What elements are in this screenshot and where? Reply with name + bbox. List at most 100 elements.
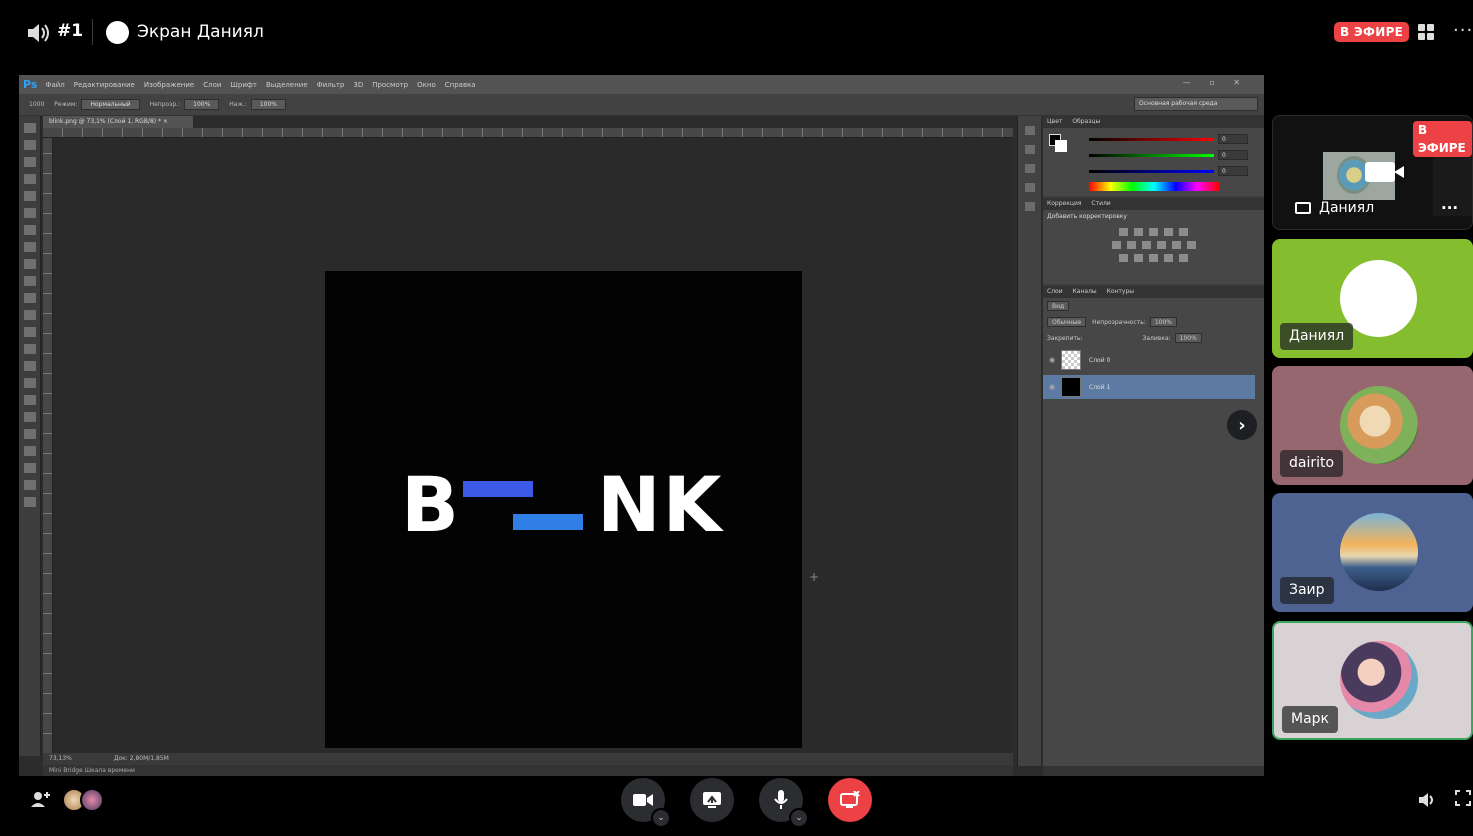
ps-menu-item: Изображение <box>143 80 195 89</box>
streamer-avatar <box>106 21 129 44</box>
blink-logo-image: B NK <box>325 271 802 748</box>
live-badge: В ЭФИРЕ <box>1413 121 1472 157</box>
tab-styles: Стили <box>1091 200 1111 207</box>
end-stream-button[interactable] <box>828 778 872 822</box>
ps-menu-item: Выделение <box>265 80 308 89</box>
microphone-icon <box>774 790 788 809</box>
fullscreen-icon[interactable] <box>1455 790 1471 810</box>
eye-icon: ◉ <box>1048 383 1056 391</box>
ps-menu-item: Редактирование <box>73 80 135 89</box>
layer-name: Слой 0 <box>1089 356 1111 364</box>
doc-size: Док: 2,80M/1,85M <box>113 755 169 762</box>
layer-row: ◉ Слой 0 <box>1043 348 1255 372</box>
shared-screen[interactable]: Ps Файл Редактирование Изображение Слои … <box>19 75 1264 776</box>
ps-menu-item: Шрифт <box>230 80 257 89</box>
layer-thumbnail <box>1061 350 1081 370</box>
flow-value: 100% <box>250 99 286 110</box>
layer-row: ◉ Слой 1 <box>1043 375 1255 399</box>
fill-label: Заливка: <box>1142 334 1171 342</box>
ps-menu-item: Окно <box>417 80 436 89</box>
blend-mode: Обычные <box>1047 317 1087 327</box>
ps-ruler-vertical <box>43 138 53 753</box>
opacity-label: Непрозр.: <box>149 101 181 108</box>
stream-header: #1 Экран Даниял В ЭФИРЕ ··· <box>0 0 1473 66</box>
live-badge: В ЭФИРЕ <box>1334 22 1410 42</box>
value-g: 0 <box>1218 150 1248 160</box>
grid-layout-icon[interactable] <box>1418 24 1434 40</box>
participant-tile-speaking[interactable]: Марк <box>1272 621 1473 740</box>
tab-layers: Слои <box>1047 288 1063 295</box>
end-stream-icon <box>840 791 860 808</box>
ps-menu-item: Справка <box>444 80 476 89</box>
participant-name: dairito <box>1280 450 1344 477</box>
chevron-down-icon[interactable]: ⌄ <box>651 808 671 828</box>
screen-share-button[interactable] <box>690 778 734 822</box>
ps-options-bar: 1000 Режим: Нормальный Непрозр.: 100% На… <box>19 94 1264 116</box>
divider <box>92 19 93 45</box>
lock-label: Закрепить: <box>1047 334 1083 342</box>
layer-opacity-value: 100% <box>1149 317 1177 327</box>
layer-kind-filter: Вид <box>1047 301 1070 311</box>
avatar <box>80 788 104 812</box>
ps-toolbar <box>19 116 41 756</box>
mode-label: Режим: <box>54 101 78 108</box>
ps-menu-item: Слои <box>203 80 222 89</box>
eye-icon: ◉ <box>1048 356 1056 364</box>
participant-name: Даниял <box>1280 323 1354 350</box>
next-arrow-button[interactable]: › <box>1227 410 1257 440</box>
value-r: 0 <box>1218 134 1248 144</box>
ps-window-buttons: — ▫ ✕ <box>1182 78 1248 87</box>
layers-toolbar <box>1043 766 1264 776</box>
slider-g <box>1089 154 1214 157</box>
participant-tile-stream[interactable]: В ЭФИРЕ Даниял ··· <box>1272 115 1473 230</box>
logo-bar-top <box>463 481 533 497</box>
background-swatch <box>1055 140 1067 152</box>
brush-size: 1000 <box>29 101 45 108</box>
channel-name[interactable]: #1 <box>57 21 83 41</box>
ps-menu-item: Фильтр <box>316 80 345 89</box>
add-user-icon[interactable] <box>30 790 52 813</box>
logo-bar-bottom <box>513 514 583 530</box>
ps-status-bar: 73,13% Док: 2,80M/1,85M <box>43 753 1013 765</box>
color-panel: Цвет Образцы 0 0 0 <box>1043 116 1264 196</box>
stream-title: Экран Даниял <box>137 22 264 42</box>
video-camera-icon <box>1365 162 1395 182</box>
adjustments-panel: Коррекция Стили Добавить корректировку <box>1043 198 1264 284</box>
more-options-icon[interactable]: ··· <box>1441 199 1458 217</box>
tab-paths: Контуры <box>1106 288 1135 295</box>
speaker-icon[interactable] <box>26 22 50 44</box>
chevron-down-icon[interactable]: ⌄ <box>789 808 809 828</box>
participant-tile[interactable]: dairito <box>1272 366 1473 485</box>
ps-canvas-area: B NK + <box>53 138 1013 753</box>
layer-opacity-label: Непрозрачность: <box>1092 318 1146 326</box>
more-options-icon[interactable]: ··· <box>1453 20 1473 41</box>
flow-label: Наж.: <box>229 101 247 108</box>
ps-menu-item: 3D <box>353 80 364 89</box>
screen-share-icon <box>703 792 721 808</box>
avatar <box>1340 641 1418 719</box>
ps-menubar: Ps Файл Редактирование Изображение Слои … <box>19 75 1264 94</box>
screen-share-icon <box>1295 202 1311 214</box>
tab-adjustments: Коррекция <box>1047 200 1082 207</box>
speaker-icon[interactable] <box>1418 792 1436 812</box>
layer-name: Слой 1 <box>1089 383 1111 391</box>
layers-panel: Слои Каналы Контуры Вид Обычные Непрозра… <box>1043 286 1264 766</box>
avatar <box>1340 386 1418 464</box>
ps-menu-item: Файл <box>45 80 65 89</box>
logo-letters-nk: NK <box>597 460 724 549</box>
opacity-value: 100% <box>184 99 220 110</box>
participant-tile[interactable]: Даниял <box>1272 239 1473 358</box>
participant-name: Даниял <box>1319 200 1375 216</box>
ps-ruler-horizontal <box>43 128 1013 138</box>
tab-channels: Каналы <box>1072 288 1097 295</box>
slider-r <box>1089 138 1214 141</box>
mode-value: Нормальный <box>81 99 140 110</box>
participant-name: Заир <box>1280 577 1334 604</box>
layer-thumbnail <box>1061 377 1081 397</box>
microphone-button[interactable]: ⌄ <box>759 778 809 828</box>
participant-tile[interactable]: Заир <box>1272 493 1473 612</box>
chevron-right-icon: › <box>1238 414 1246 436</box>
camera-button[interactable]: ⌄ <box>621 778 671 828</box>
fill-value: 100% <box>1174 333 1202 343</box>
value-b: 0 <box>1218 166 1248 176</box>
